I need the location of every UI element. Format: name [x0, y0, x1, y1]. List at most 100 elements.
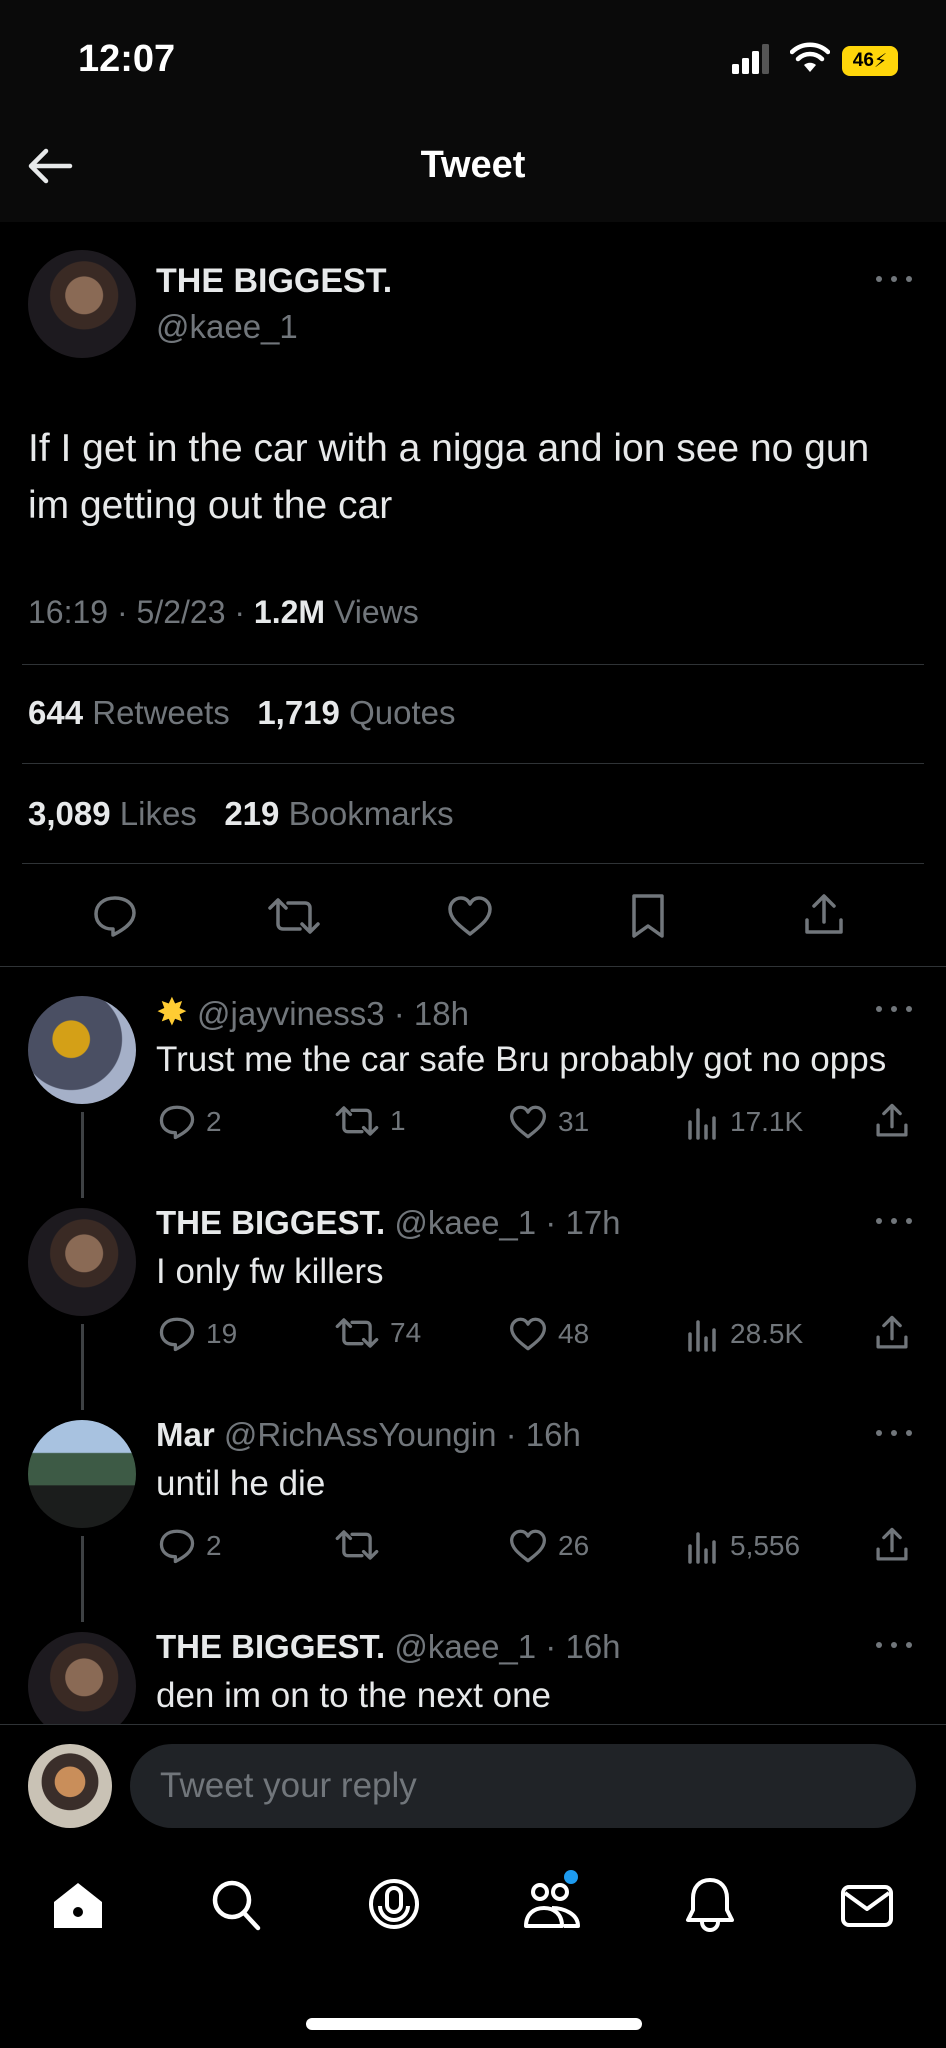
bottom-tab-bar: [0, 1836, 946, 2048]
tweet-meta: 16:19 · 5/2/23 · 1.2M Views: [28, 594, 419, 631]
like-heart-icon: [508, 1104, 548, 1140]
retweet-count: 74: [390, 1317, 422, 1348]
retweet-quote-stats: 644 Retweets 1,719 Quotes: [28, 694, 455, 732]
reply-handle[interactable]: @RichAssYoungin: [224, 1416, 497, 1453]
reply-text: I only fw killers: [156, 1252, 384, 1291]
search-icon[interactable]: [210, 1878, 262, 1932]
like-count: 48: [558, 1318, 590, 1349]
reply-header: Mar @RichAssYoungin · 16h: [156, 1416, 581, 1454]
retweets-stat[interactable]: 644 Retweets: [28, 694, 230, 731]
retweet-action[interactable]: [334, 1528, 390, 1562]
reply-age: 18h: [413, 995, 469, 1032]
like-action[interactable]: 48: [508, 1316, 589, 1352]
reply-header: THE BIGGEST. @kaee_1 · 17h: [156, 1204, 621, 1242]
views-count: 28.5K: [730, 1318, 804, 1349]
separator-dot: ·: [234, 594, 254, 630]
bookmarks-stat[interactable]: 219 Bookmarks: [224, 795, 453, 832]
bookmarks-label: Bookmarks: [288, 795, 454, 832]
share-icon[interactable]: [874, 1526, 910, 1564]
page-title: Tweet: [420, 144, 526, 186]
reply-avatar[interactable]: [28, 1420, 136, 1528]
tweet-text: If I get in the car with a nigga and ion…: [28, 427, 870, 527]
share-icon[interactable]: [874, 1102, 910, 1140]
author-display-name[interactable]: THE BIGGEST.: [156, 262, 392, 301]
like-heart-icon: [508, 1528, 548, 1564]
views-label: Views: [333, 594, 419, 630]
retweet-action[interactable]: 1: [334, 1104, 406, 1138]
more-options-icon[interactable]: [876, 1218, 912, 1228]
reply-action[interactable]: 19: [158, 1316, 237, 1352]
reply-handle[interactable]: @kaee_1: [394, 1204, 536, 1241]
retweet-icon: [334, 1104, 380, 1138]
views-action[interactable]: 17.1K: [686, 1104, 803, 1140]
notifications-bell-icon[interactable]: [684, 1876, 736, 1932]
more-options-icon[interactable]: [876, 276, 912, 286]
home-indicator[interactable]: [306, 2018, 642, 2030]
likes-stat[interactable]: 3,089 Likes: [28, 795, 197, 832]
spaces-icon[interactable]: [366, 1876, 422, 1932]
status-time: 12:07: [78, 38, 176, 80]
reply-display-name[interactable]: THE BIGGEST.: [156, 1204, 385, 1241]
share-icon[interactable]: [874, 1314, 910, 1352]
thread-line: [81, 1536, 84, 1622]
bookmark-icon[interactable]: [628, 892, 668, 940]
messages-envelope-icon[interactable]: [840, 1884, 894, 1928]
views-count: 17.1K: [730, 1106, 804, 1137]
reply-count: 2: [206, 1106, 222, 1137]
bookmarks-count: 219: [224, 795, 280, 832]
retweets-count: 644: [28, 694, 84, 731]
like-heart-icon[interactable]: [446, 894, 494, 938]
separator-dot: ·: [384, 995, 414, 1032]
like-count: 26: [558, 1530, 590, 1561]
reply-avatar[interactable]: [28, 1208, 136, 1316]
retweet-count: 1: [390, 1105, 406, 1136]
like-action[interactable]: 31: [508, 1104, 589, 1140]
retweet-action[interactable]: 74: [334, 1316, 421, 1350]
battery-indicator: 46 ⚡: [842, 46, 898, 76]
divider: [22, 863, 924, 864]
more-options-icon[interactable]: [876, 1006, 912, 1016]
reply-header: ✸ @jayviness3 · 18h: [156, 990, 469, 1035]
divider: [22, 664, 924, 665]
reply-display-name[interactable]: Mar: [156, 1416, 215, 1453]
tweet-time: 16:19: [28, 594, 109, 630]
views-count: 5,556: [730, 1530, 801, 1561]
reply-header: THE BIGGEST. @kaee_1 · 16h: [156, 1628, 621, 1666]
views-count: 1.2M: [253, 594, 326, 630]
reply-text: Trust me the car safe Bru probably got n…: [156, 1040, 887, 1079]
reply-action[interactable]: 2: [158, 1104, 222, 1140]
reply-text: until he die: [156, 1464, 326, 1503]
more-options-icon[interactable]: [876, 1430, 912, 1440]
author-handle[interactable]: @kaee_1: [156, 308, 298, 346]
more-options-icon[interactable]: [876, 1642, 912, 1652]
reply-action[interactable]: 2: [158, 1528, 222, 1564]
current-user-avatar[interactable]: [28, 1744, 112, 1828]
reply-display-name[interactable]: THE BIGGEST.: [156, 1628, 385, 1665]
tweet-date: 5/2/23: [136, 594, 226, 630]
reply-input[interactable]: [130, 1744, 916, 1828]
reply-handle[interactable]: @kaee_1: [394, 1628, 536, 1665]
views-action[interactable]: 5,556: [686, 1528, 800, 1564]
retweet-icon[interactable]: [266, 896, 322, 936]
reply-text: den im on to the next one: [156, 1676, 551, 1715]
retweets-label: Retweets: [92, 694, 230, 731]
reply-icon: [158, 1528, 196, 1564]
charging-bolt-icon: ⚡: [873, 50, 888, 72]
reply-avatar[interactable]: [28, 996, 136, 1104]
reply-handle[interactable]: @jayviness3: [197, 995, 385, 1032]
quotes-stat[interactable]: 1,719 Quotes: [257, 694, 455, 731]
separator-dot: ·: [116, 594, 137, 630]
share-icon[interactable]: [802, 892, 846, 938]
views-action[interactable]: 28.5K: [686, 1316, 803, 1352]
like-action[interactable]: 26: [508, 1528, 589, 1564]
separator-dot: ·: [496, 1416, 526, 1453]
author-avatar[interactable]: [28, 250, 136, 358]
views-bar-chart-icon: [686, 1528, 720, 1564]
divider: [0, 966, 946, 967]
reply-age: 17h: [565, 1204, 621, 1241]
reply-icon[interactable]: [92, 894, 138, 938]
sparkle-badge-icon: ✸: [156, 992, 188, 1034]
views-bar-chart-icon: [686, 1316, 720, 1352]
home-icon[interactable]: [52, 1880, 104, 1930]
communities-icon[interactable]: [522, 1878, 582, 1932]
